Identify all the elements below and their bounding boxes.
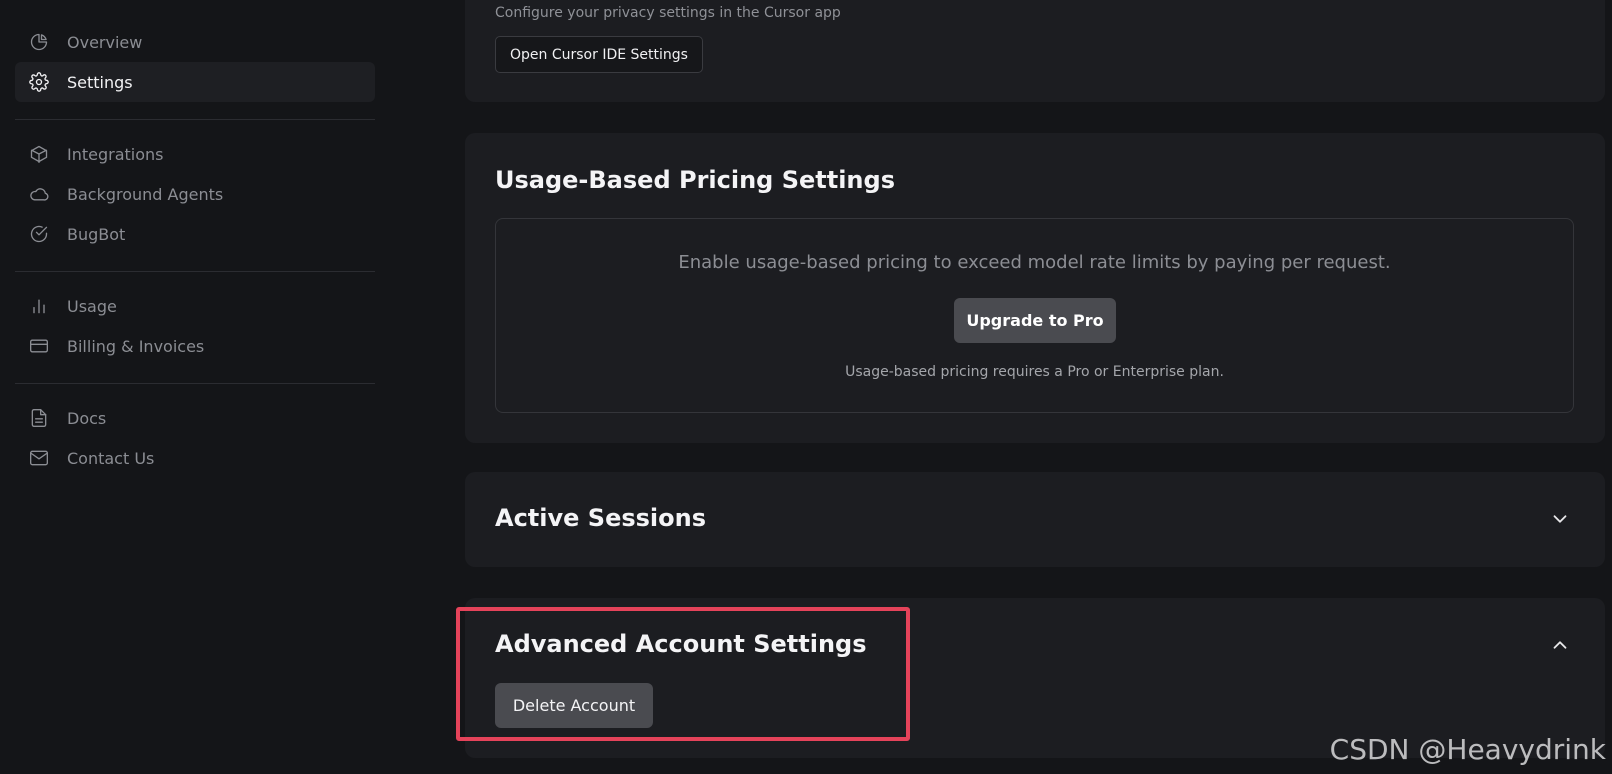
cube-icon [29, 144, 49, 164]
active-sessions-card[interactable]: Active Sessions [465, 472, 1605, 567]
document-icon [29, 408, 49, 428]
sidebar: Overview Settings Integrations Backgroun… [15, 22, 375, 478]
sidebar-item-label: BugBot [67, 224, 126, 244]
sidebar-item-overview[interactable]: Overview [15, 22, 375, 62]
check-circle-icon [29, 224, 49, 244]
sidebar-item-label: Docs [67, 408, 107, 428]
sidebar-item-label: Contact Us [67, 448, 155, 468]
usage-pricing-card: Usage-Based Pricing Settings Enable usag… [465, 133, 1605, 443]
sidebar-item-billing[interactable]: Billing & Invoices [15, 326, 375, 366]
privacy-card: Configure your privacy settings in the C… [465, 0, 1605, 102]
mail-icon [29, 448, 49, 468]
active-sessions-title: Active Sessions [495, 504, 706, 532]
sidebar-item-label: Integrations [67, 144, 164, 164]
usage-pricing-note: Usage-based pricing requires a Pro or En… [845, 364, 1224, 380]
sidebar-item-background-agents[interactable]: Background Agents [15, 174, 375, 214]
sidebar-item-usage[interactable]: Usage [15, 286, 375, 326]
bar-chart-icon [29, 296, 49, 316]
usage-pricing-message: Enable usage-based pricing to exceed mod… [678, 252, 1391, 273]
settings-page: Overview Settings Integrations Backgroun… [0, 0, 1612, 774]
sidebar-divider [15, 271, 375, 272]
privacy-description: Configure your privacy settings in the C… [495, 5, 841, 21]
sidebar-item-docs[interactable]: Docs [15, 398, 375, 438]
upgrade-to-pro-button[interactable]: Upgrade to Pro [954, 298, 1116, 343]
chevron-up-icon[interactable] [1549, 634, 1571, 656]
sidebar-item-contact[interactable]: Contact Us [15, 438, 375, 478]
sidebar-item-label: Billing & Invoices [67, 336, 205, 356]
pie-chart-icon [29, 32, 49, 52]
credit-card-icon [29, 336, 49, 356]
sidebar-item-label: Overview [67, 32, 143, 52]
usage-pricing-title: Usage-Based Pricing Settings [495, 166, 895, 194]
sidebar-item-bugbot[interactable]: BugBot [15, 214, 375, 254]
sidebar-item-label: Usage [67, 296, 117, 316]
sidebar-divider [15, 383, 375, 384]
delete-account-button[interactable]: Delete Account [495, 683, 653, 728]
gear-icon [29, 72, 49, 92]
sidebar-item-label: Background Agents [67, 184, 224, 204]
chevron-down-icon[interactable] [1549, 508, 1571, 530]
open-ide-settings-button[interactable]: Open Cursor IDE Settings [495, 36, 703, 73]
sidebar-item-integrations[interactable]: Integrations [15, 134, 375, 174]
sidebar-divider [15, 119, 375, 120]
advanced-settings-title: Advanced Account Settings [495, 630, 867, 658]
usage-pricing-panel: Enable usage-based pricing to exceed mod… [495, 218, 1574, 413]
cloud-icon [29, 184, 49, 204]
watermark: CSDN @Heavydrink [1329, 733, 1606, 766]
sidebar-item-label: Settings [67, 72, 133, 92]
sidebar-item-settings[interactable]: Settings [15, 62, 375, 102]
